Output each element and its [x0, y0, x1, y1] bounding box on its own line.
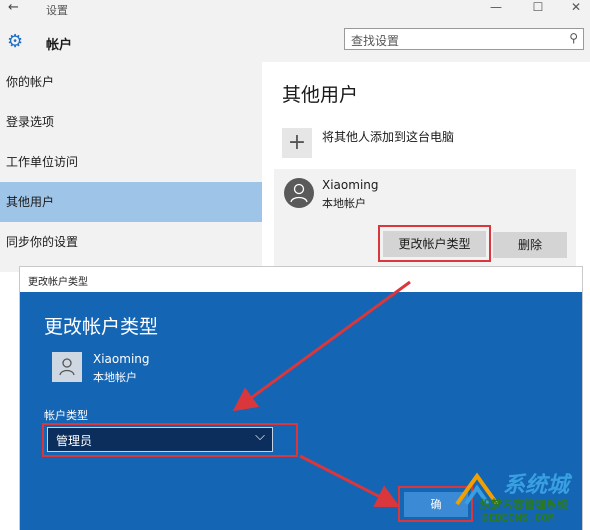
back-arrow-icon[interactable]: ← [8, 0, 19, 15]
dialog-title: 更改帐户类型 [44, 316, 159, 338]
maximize-button[interactable]: ☐ [526, 0, 550, 14]
dialog-user-name: Xiaoming [93, 352, 150, 366]
person-icon [59, 358, 75, 376]
account-type-value: 管理员 [56, 434, 93, 448]
close-button[interactable]: ✕ [564, 0, 588, 14]
search-icon[interactable]: ⚲ [569, 31, 578, 45]
dialog-caption: 更改帐户类型 [28, 277, 88, 288]
account-type-select[interactable]: 管理员 ⌵ [47, 427, 273, 452]
delete-button[interactable]: 删除 [493, 232, 567, 258]
sidebar-item-your-account[interactable]: 你的帐户 [0, 62, 262, 102]
person-icon [290, 183, 308, 203]
sidebar: 你的帐户 登录选项 工作单位访问 其他用户 同步你的设置 [0, 62, 262, 272]
page-category: 帐户 [46, 38, 73, 53]
watermark-text: 织梦内容管理系统 [480, 498, 568, 511]
sidebar-item-work-access[interactable]: 工作单位访问 [0, 142, 262, 182]
window-title: 设置 [46, 4, 68, 17]
change-account-type-button[interactable]: 更改帐户类型 [383, 231, 486, 257]
avatar [284, 178, 314, 208]
minimize-button[interactable]: — [484, 0, 508, 14]
search-placeholder: 查找设置 [351, 34, 400, 48]
sidebar-item-other-users[interactable]: 其他用户 [0, 182, 262, 222]
sidebar-item-sign-in-options[interactable]: 登录选项 [0, 102, 262, 142]
user-name: Xiaoming [322, 178, 379, 192]
add-user-plus-icon[interactable]: + [282, 128, 312, 158]
search-input[interactable]: 查找设置 ⚲ [344, 28, 584, 50]
page-title: 其他用户 [282, 84, 359, 106]
sidebar-item-sync-settings[interactable]: 同步你的设置 [0, 222, 262, 262]
add-user-link[interactable]: 将其他人添加到这台电脑 [322, 128, 454, 145]
account-type-label: 帐户类型 [44, 409, 88, 422]
gear-icon: ⚙ [7, 31, 24, 52]
title-bar: ← 设置 — ☐ ✕ [0, 0, 590, 18]
watermark-url: DEDECMS.COM [482, 513, 555, 525]
user-account-type: 本地帐户 [322, 197, 366, 210]
dialog-user-type: 本地帐户 [93, 371, 137, 384]
chevron-down-icon: ⌵ [255, 429, 265, 444]
settings-header: ⚙ 帐户 查找设置 ⚲ [0, 18, 590, 62]
avatar [52, 352, 82, 382]
watermark-logo-text: 系统城 [503, 473, 570, 498]
